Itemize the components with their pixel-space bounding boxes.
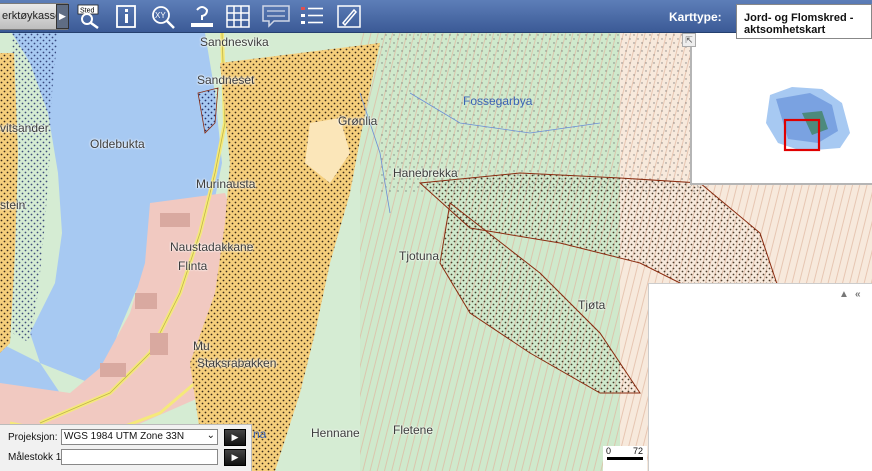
place-label: Fletene xyxy=(393,423,434,437)
place-label: Sandnesvika xyxy=(200,35,269,49)
projection-select[interactable]: WGS 1984 UTM Zone 33N ⌄ xyxy=(61,429,218,445)
scalebar-start: 0 xyxy=(606,446,612,456)
xy-badge: XY xyxy=(155,11,166,20)
place-label: na xyxy=(253,427,267,441)
side-panel: ▲ « xyxy=(648,283,872,471)
place-label: Grønlia xyxy=(338,114,378,128)
place-label: Staksrabakken xyxy=(197,356,277,370)
sted-search-button[interactable]: Sted xyxy=(77,4,103,29)
place-label: vitsander xyxy=(0,121,49,135)
overview-expand-icon[interactable]: ⇱ xyxy=(682,33,696,47)
place-label: Flinta xyxy=(178,259,208,273)
legend-button[interactable] xyxy=(299,4,325,29)
toolbox-expand-button[interactable]: ▶ xyxy=(56,4,69,29)
toolbox-label: erktøykasse xyxy=(2,10,62,22)
scale-go-button[interactable]: ▶ xyxy=(224,449,246,466)
place-label: Murinausta xyxy=(196,177,256,191)
speech-bubble-icon xyxy=(262,5,290,28)
place-label: Fossegarbya xyxy=(463,94,533,108)
overview-map[interactable]: ⇱ xyxy=(682,33,872,185)
xy-search-button[interactable]: XY xyxy=(150,4,176,29)
panel-back-icon[interactable]: « xyxy=(855,289,861,300)
xy-magnifier-icon: XY xyxy=(152,6,175,29)
place-label: Hennane xyxy=(311,426,360,440)
place-label: stein xyxy=(0,198,26,212)
grid-icon xyxy=(226,5,250,28)
info-button[interactable] xyxy=(113,4,139,29)
place-label: Naustadakkane xyxy=(170,240,254,254)
place-label: Tjøta xyxy=(578,298,606,312)
chevron-down-icon: ⌄ xyxy=(206,430,215,441)
karttype-selector[interactable]: Jord- og Flomskred - aktsomhetskart xyxy=(736,4,872,39)
pencil-icon xyxy=(337,5,361,28)
grid-button[interactable] xyxy=(225,4,251,29)
scalebar-line xyxy=(607,457,643,460)
karttype-label: Karttype: xyxy=(669,10,722,24)
scalebar-end: 72 xyxy=(633,446,644,456)
draw-button[interactable] xyxy=(336,4,362,29)
scale-input[interactable] xyxy=(61,449,218,465)
map-application: Sandnesvika Sandneset Fossegarbya Grønli… xyxy=(0,0,872,471)
place-label: Tjotuna xyxy=(399,249,440,263)
overview-thumbnail xyxy=(766,87,850,152)
projection-go-button[interactable]: ▶ xyxy=(224,429,246,446)
place-label: Mu xyxy=(193,339,210,353)
magnifier-icon: Sted xyxy=(77,4,99,29)
projection-value: WGS 1984 UTM Zone 33N xyxy=(64,431,185,442)
place-label: Hanebrekka xyxy=(393,166,458,180)
projection-label: Projeksjon: xyxy=(8,432,58,443)
place-label: Oldebukta xyxy=(90,137,145,151)
panel-collapse-icon[interactable]: ▲ xyxy=(839,289,849,300)
question-icon xyxy=(191,6,213,27)
scale-bar: 0 72 xyxy=(603,446,647,471)
info-icon xyxy=(116,5,136,28)
legend-list-icon xyxy=(301,7,323,24)
scale-label: Målestokk 1: xyxy=(8,452,65,463)
coordinate-controls: Projeksjon: WGS 1984 UTM Zone 33N ⌄ ▶ Må… xyxy=(0,424,252,471)
place-label: Sandneset xyxy=(197,73,255,87)
help-button[interactable] xyxy=(189,4,215,29)
comment-button[interactable] xyxy=(262,4,290,29)
